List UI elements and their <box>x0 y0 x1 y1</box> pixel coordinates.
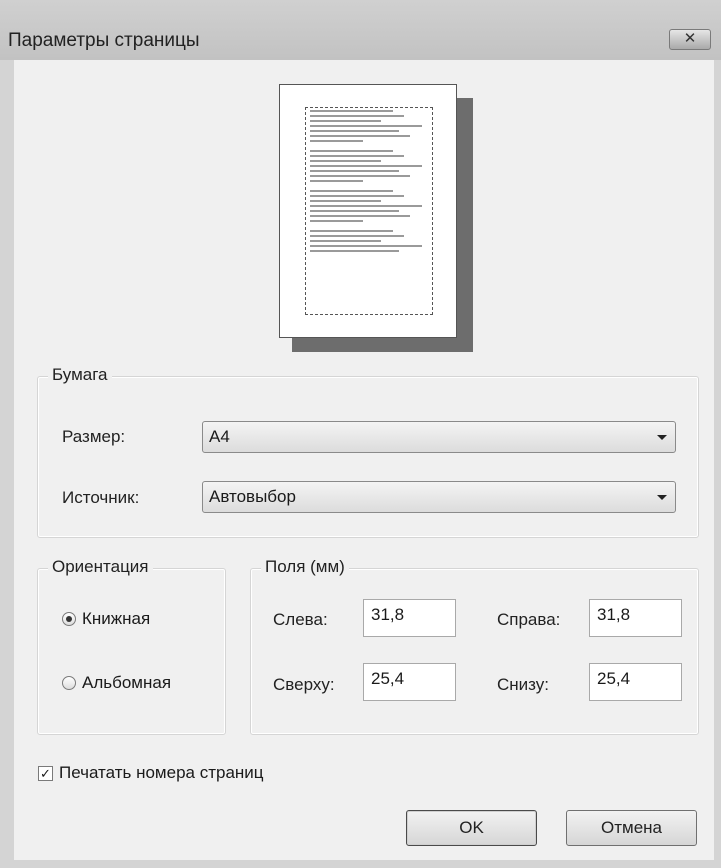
portrait-option[interactable]: Книжная <box>62 609 150 629</box>
size-label: Размер: <box>62 427 126 446</box>
margin-bottom-label: Снизу: <box>497 675 549 694</box>
cancel-button[interactable]: Отмена <box>566 810 697 846</box>
margin-top-input[interactable]: 25,4 <box>363 663 456 701</box>
print-page-numbers-option[interactable]: ✓ Печатать номера страниц <box>38 763 264 783</box>
print-page-numbers-label: Печатать номера страниц <box>59 763 264 782</box>
checkmark-icon: ✓ <box>40 765 51 781</box>
ok-button[interactable]: OK <box>406 810 537 846</box>
paper-group: Бумага Размер: A4 Источник: Автовыбор <box>37 365 699 538</box>
chevron-down-icon <box>657 495 667 500</box>
landscape-radio[interactable] <box>62 676 76 690</box>
margin-right-label: Справа: <box>497 610 561 629</box>
size-value: A4 <box>209 427 230 446</box>
margin-top-label: Сверху: <box>273 675 335 694</box>
page-preview-margin-outline <box>305 107 433 315</box>
margins-group: Поля (мм) Слева: 31,8 Справа: 31,8 Сверх… <box>250 557 699 735</box>
margin-left-input[interactable]: 31,8 <box>363 599 456 637</box>
page-setup-dialog: Параметры страницы ✕ Бумага Размер: A4 И… <box>0 0 721 868</box>
page-preview <box>279 84 457 338</box>
landscape-option[interactable]: Альбомная <box>62 673 171 693</box>
paper-group-label: Бумага <box>48 365 112 385</box>
source-label: Источник: <box>62 488 140 507</box>
close-button[interactable]: ✕ <box>669 29 711 50</box>
window-title: Параметры страницы <box>8 30 200 51</box>
source-dropdown[interactable]: Автовыбор <box>202 481 676 513</box>
margin-bottom-input[interactable]: 25,4 <box>589 663 682 701</box>
margin-right-input[interactable]: 31,8 <box>589 599 682 637</box>
size-dropdown[interactable]: A4 <box>202 421 676 453</box>
margin-left-label: Слева: <box>273 610 328 629</box>
landscape-label: Альбомная <box>82 673 172 692</box>
close-icon: ✕ <box>683 30 697 47</box>
print-page-numbers-checkbox[interactable]: ✓ <box>38 765 53 781</box>
orientation-group-label: Ориентация <box>48 557 153 577</box>
portrait-label: Книжная <box>82 609 151 628</box>
orientation-group: Ориентация Книжная Альбомная <box>37 557 226 735</box>
chevron-down-icon <box>657 435 667 440</box>
source-value: Автовыбор <box>209 487 296 506</box>
title-bar: Параметры страницы ✕ <box>0 0 721 60</box>
dialog-body: Бумага Размер: A4 Источник: Автовыбор Ор… <box>14 60 714 860</box>
portrait-radio[interactable] <box>62 612 76 626</box>
margins-group-label: Поля (мм) <box>261 557 349 577</box>
